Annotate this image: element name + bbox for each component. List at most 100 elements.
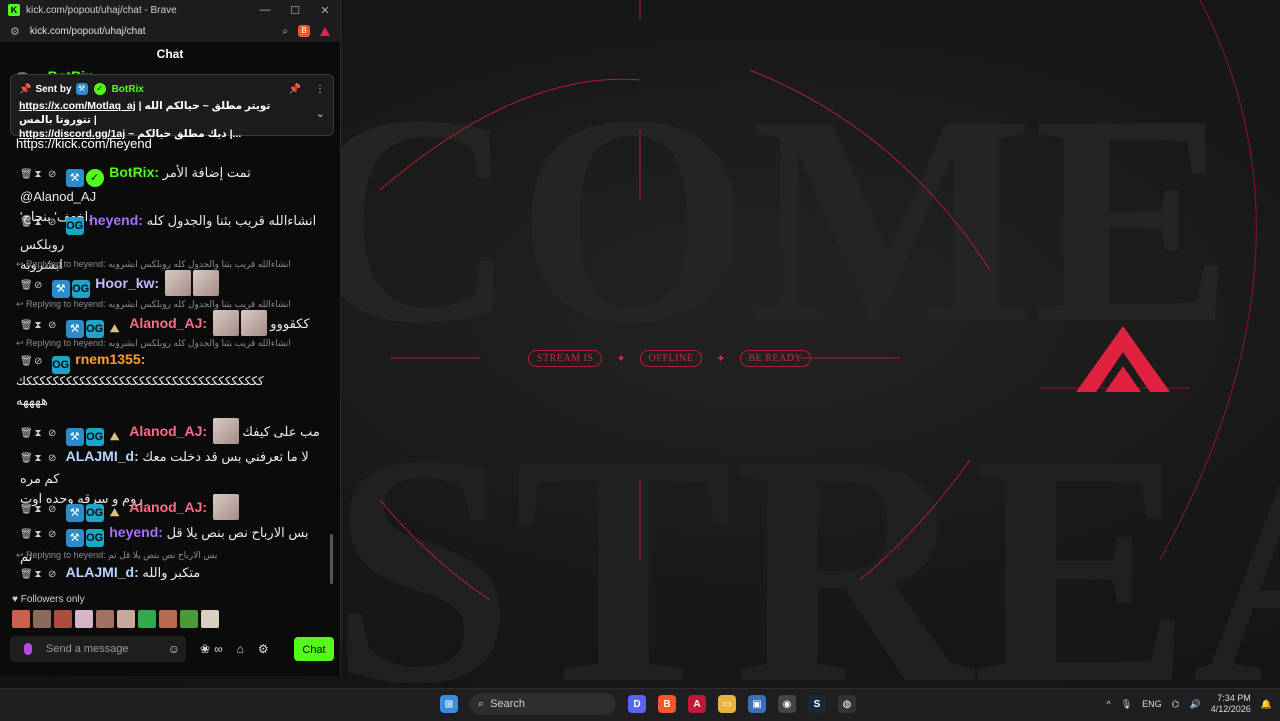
chat-input-row: Send a message ☺ ❀ ∞ ⌂ ⚙ Chat bbox=[10, 636, 334, 662]
microphone-tray-icon[interactable]: 🎙 bbox=[1121, 699, 1132, 710]
emote[interactable] bbox=[117, 610, 135, 628]
pinned-message[interactable]: 📌 Sent by ⚒ ✓ BotRix 📌 ⋮ https://x.com/M… bbox=[10, 74, 334, 140]
emote bbox=[212, 310, 239, 336]
username[interactable]: Alanod_AJ bbox=[129, 499, 202, 515]
emote[interactable] bbox=[159, 610, 177, 628]
ban-icon[interactable]: ⊘ bbox=[48, 165, 56, 185]
message-text: ككقووو bbox=[270, 316, 310, 331]
username[interactable]: ALAJMI_d bbox=[66, 448, 134, 464]
address-bar[interactable]: ⚙ kick.com/popout/uhaj/chat ⌕ B bbox=[0, 20, 340, 42]
network-icon[interactable]: ⌬ bbox=[1172, 699, 1180, 710]
kicks-icon[interactable]: ❀ bbox=[200, 642, 210, 656]
url-text[interactable]: kick.com/popout/uhaj/chat bbox=[30, 26, 146, 37]
username[interactable]: ALAJMI_d bbox=[66, 564, 134, 580]
followers-only-notice: ♥ Followers only bbox=[12, 594, 85, 605]
chevron-down-icon[interactable]: ⌄ bbox=[316, 107, 325, 120]
maximize-button[interactable]: ☐ bbox=[280, 4, 310, 17]
window-controls: — ☐ ✕ bbox=[250, 4, 340, 17]
close-button[interactable]: ✕ bbox=[310, 4, 340, 17]
emote[interactable] bbox=[33, 610, 51, 628]
store-icon[interactable]: ⌂ bbox=[237, 642, 244, 656]
notification-icon[interactable]: 🔔 bbox=[1261, 699, 1272, 710]
username[interactable]: rnem1355 bbox=[75, 351, 140, 367]
emote[interactable] bbox=[12, 610, 30, 628]
taskbar-search[interactable]: ⌕ Search bbox=[470, 693, 616, 715]
rewards-icon[interactable] bbox=[320, 26, 330, 36]
emote[interactable] bbox=[75, 610, 93, 628]
moderator-badge-icon: ⚒ bbox=[51, 280, 70, 298]
username[interactable]: Alanod_AJ bbox=[129, 315, 202, 331]
og-badge-icon: OG bbox=[85, 428, 104, 446]
timeout-icon[interactable]: ⧗ bbox=[34, 165, 42, 185]
message-text: متكبر والله bbox=[142, 565, 201, 580]
app-icon[interactable]: ▣ bbox=[748, 695, 766, 713]
ban-icon[interactable]: ⊘ bbox=[48, 213, 56, 233]
apex-icon[interactable]: A bbox=[688, 695, 706, 713]
delete-icon[interactable]: 🗑 bbox=[20, 213, 33, 233]
unpin-icon[interactable]: 📌 bbox=[289, 84, 301, 95]
microphone-icon[interactable] bbox=[24, 643, 32, 655]
verified-badge-icon: ✓ bbox=[93, 83, 106, 95]
chat-messages[interactable]: 🗑⧗ BotRix https://kick.com/heyend 🗑⧗⊘ ⚒✓… bbox=[0, 66, 336, 592]
send-chat-button[interactable]: Chat bbox=[294, 637, 334, 661]
crown-badge-icon: ⛰ bbox=[110, 323, 120, 335]
obs-icon[interactable]: ◉ bbox=[778, 695, 796, 713]
emote[interactable] bbox=[54, 610, 72, 628]
discord-icon[interactable]: D bbox=[628, 695, 646, 713]
steam-icon[interactable]: S bbox=[808, 695, 826, 713]
file-explorer-icon[interactable]: ▭ bbox=[718, 695, 736, 713]
more-options-icon[interactable]: ⋮ bbox=[315, 84, 325, 95]
emote[interactable] bbox=[96, 610, 114, 628]
brave-shields-icon[interactable]: B bbox=[298, 25, 310, 37]
zoom-icon[interactable]: ⌕ bbox=[282, 26, 288, 37]
star-icon: ✦ bbox=[616, 353, 626, 365]
username[interactable]: Hoor_kw bbox=[95, 275, 154, 291]
minimize-button[interactable]: — bbox=[250, 4, 280, 17]
crown-badge-icon: ⛰ bbox=[110, 431, 120, 443]
recent-emotes bbox=[12, 610, 219, 628]
brave-icon[interactable]: B bbox=[658, 695, 676, 713]
taskbar: ⊞ ⌕ Search D B A ▭ ▣ ◉ S ◍ ^ 🎙 ENG ⌬ 🔊 7… bbox=[0, 688, 1280, 721]
moderator-badge-icon: ⚒ bbox=[75, 83, 88, 95]
pinned-link-discord[interactable]: https://discord.gg/1aj bbox=[19, 128, 125, 140]
timeout-icon[interactable]: ⧗ bbox=[34, 213, 42, 233]
site-settings-icon[interactable]: ⚙ bbox=[10, 25, 20, 38]
start-icon[interactable]: ⊞ bbox=[440, 695, 458, 713]
emote[interactable] bbox=[180, 610, 198, 628]
username[interactable]: heyend bbox=[89, 212, 138, 228]
app-icon[interactable]: ◍ bbox=[838, 695, 856, 713]
reply-context[interactable]: ↩ Replying to heyend: انشاءالله قريب بثن… bbox=[16, 299, 291, 310]
delete-icon[interactable]: 🗑 bbox=[20, 165, 33, 185]
language-indicator[interactable]: ENG bbox=[1142, 699, 1162, 709]
moderator-badge-icon: ⚒ bbox=[65, 504, 84, 522]
og-badge-icon: OG bbox=[85, 529, 104, 547]
emote[interactable] bbox=[201, 610, 219, 628]
system-tray: ^ 🎙 ENG ⌬ 🔊 7:34 PM 4/12/2026 🔔 bbox=[1106, 693, 1272, 715]
infinity-icon[interactable]: ∞ bbox=[214, 642, 223, 656]
pinned-text: https://x.com/Motlaq_aj | تويتر مطلق ~ ح… bbox=[19, 100, 271, 140]
kick-favicon-icon: K bbox=[8, 4, 20, 16]
og-badge-icon: OG bbox=[71, 280, 90, 298]
username[interactable]: heyend bbox=[109, 524, 158, 540]
username[interactable]: BotRix bbox=[109, 164, 154, 180]
username[interactable]: Alanod_AJ bbox=[129, 423, 202, 439]
reply-context[interactable]: ↩ Replying to heyend: بس الارباح نص بنص … bbox=[16, 550, 217, 561]
scrollbar-thumb[interactable] bbox=[330, 534, 333, 584]
emoji-icon[interactable]: ☺ bbox=[168, 642, 180, 656]
settings-icon[interactable]: ⚙ bbox=[258, 642, 269, 656]
clock[interactable]: 7:34 PM 4/12/2026 bbox=[1211, 693, 1251, 715]
pinned-sender[interactable]: BotRix bbox=[112, 84, 144, 95]
pinned-link-x[interactable]: https://x.com/Motlaq_aj bbox=[19, 100, 136, 112]
window-title: kick.com/popout/uhaj/chat - Brave bbox=[26, 4, 177, 16]
chevron-up-icon[interactable]: ^ bbox=[1106, 699, 1110, 709]
reply-context[interactable]: ↩ Replying to heyend: انشاءالله قريب بثن… bbox=[16, 259, 291, 270]
moderator-badge-icon: ⚒ bbox=[65, 428, 84, 446]
reply-context[interactable]: ↩ Replying to heyend: انشاءالله قريب بثن… bbox=[16, 338, 291, 349]
volume-icon[interactable]: 🔊 bbox=[1190, 699, 1201, 710]
emote[interactable] bbox=[138, 610, 156, 628]
title-bar[interactable]: K kick.com/popout/uhaj/chat - Brave — ☐ … bbox=[0, 0, 340, 20]
chat-message: 🗑 ⧗ ⊘ ⚒ OG ⛰ Alanod_AJ: bbox=[20, 494, 324, 522]
heart-icon: ♥ bbox=[12, 594, 18, 605]
message-input[interactable]: Send a message ☺ bbox=[10, 636, 186, 662]
chat-message: 🗑 ⧗ ⊘ ⚒ OG ⛰ Alanod_AJ: ككقووو bbox=[20, 310, 324, 338]
